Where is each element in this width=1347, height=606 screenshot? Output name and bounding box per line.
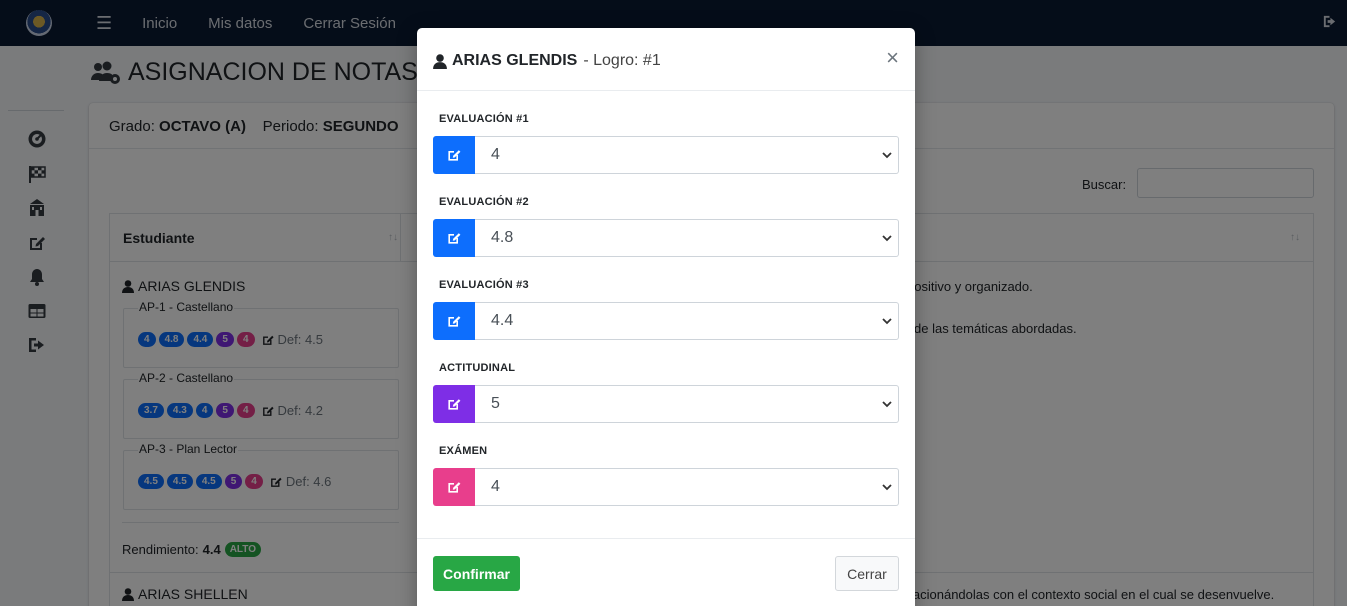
modal-header: ARIAS GLENDIS - Logro: #1 × bbox=[417, 28, 915, 91]
grade-modal: ARIAS GLENDIS - Logro: #1 × EVALUACIÓN #… bbox=[417, 28, 915, 606]
confirm-button[interactable]: Confirmar bbox=[433, 556, 520, 591]
modal-subtitle: - Logro: #1 bbox=[583, 52, 661, 69]
field-examen: 4 bbox=[433, 468, 899, 506]
select-evaluacion-3[interactable]: 4.4 bbox=[475, 302, 899, 340]
field-actitudinal: 5 bbox=[433, 385, 899, 423]
close-icon[interactable]: × bbox=[886, 47, 899, 69]
field-label-evaluacion-1: EVALUACIÓN #1 bbox=[439, 113, 529, 125]
field-evaluacion-3: 4.4 bbox=[433, 302, 899, 340]
chevron-down-icon bbox=[882, 401, 892, 408]
field-label-actitudinal: ACTITUDINAL bbox=[439, 362, 516, 374]
select-evaluacion-2[interactable]: 4.8 bbox=[475, 219, 899, 257]
field-label-evaluacion-2: EVALUACIÓN #2 bbox=[439, 196, 529, 208]
edit-icon bbox=[433, 385, 475, 423]
field-evaluacion-2: 4.8 bbox=[433, 219, 899, 257]
select-evaluacion-1[interactable]: 4 bbox=[475, 136, 899, 174]
modal-student-name: ARIAS GLENDIS bbox=[452, 52, 578, 69]
field-evaluacion-1: 4 bbox=[433, 136, 899, 174]
chevron-down-icon bbox=[882, 318, 892, 325]
edit-icon bbox=[433, 468, 475, 506]
user-icon bbox=[433, 53, 447, 69]
modal-title: ARIAS GLENDIS - Logro: #1 bbox=[433, 52, 661, 70]
select-actitudinal[interactable]: 5 bbox=[475, 385, 899, 423]
edit-icon bbox=[433, 302, 475, 340]
close-button[interactable]: Cerrar bbox=[835, 556, 899, 591]
select-examen[interactable]: 4 bbox=[475, 468, 899, 506]
chevron-down-icon bbox=[882, 152, 892, 159]
chevron-down-icon bbox=[882, 484, 892, 491]
modal-footer: Confirmar Cerrar bbox=[417, 538, 915, 606]
edit-icon bbox=[433, 136, 475, 174]
chevron-down-icon bbox=[882, 235, 892, 242]
field-label-examen: EXÁMEN bbox=[439, 445, 488, 457]
field-label-evaluacion-3: EVALUACIÓN #3 bbox=[439, 279, 529, 291]
edit-icon bbox=[433, 219, 475, 257]
